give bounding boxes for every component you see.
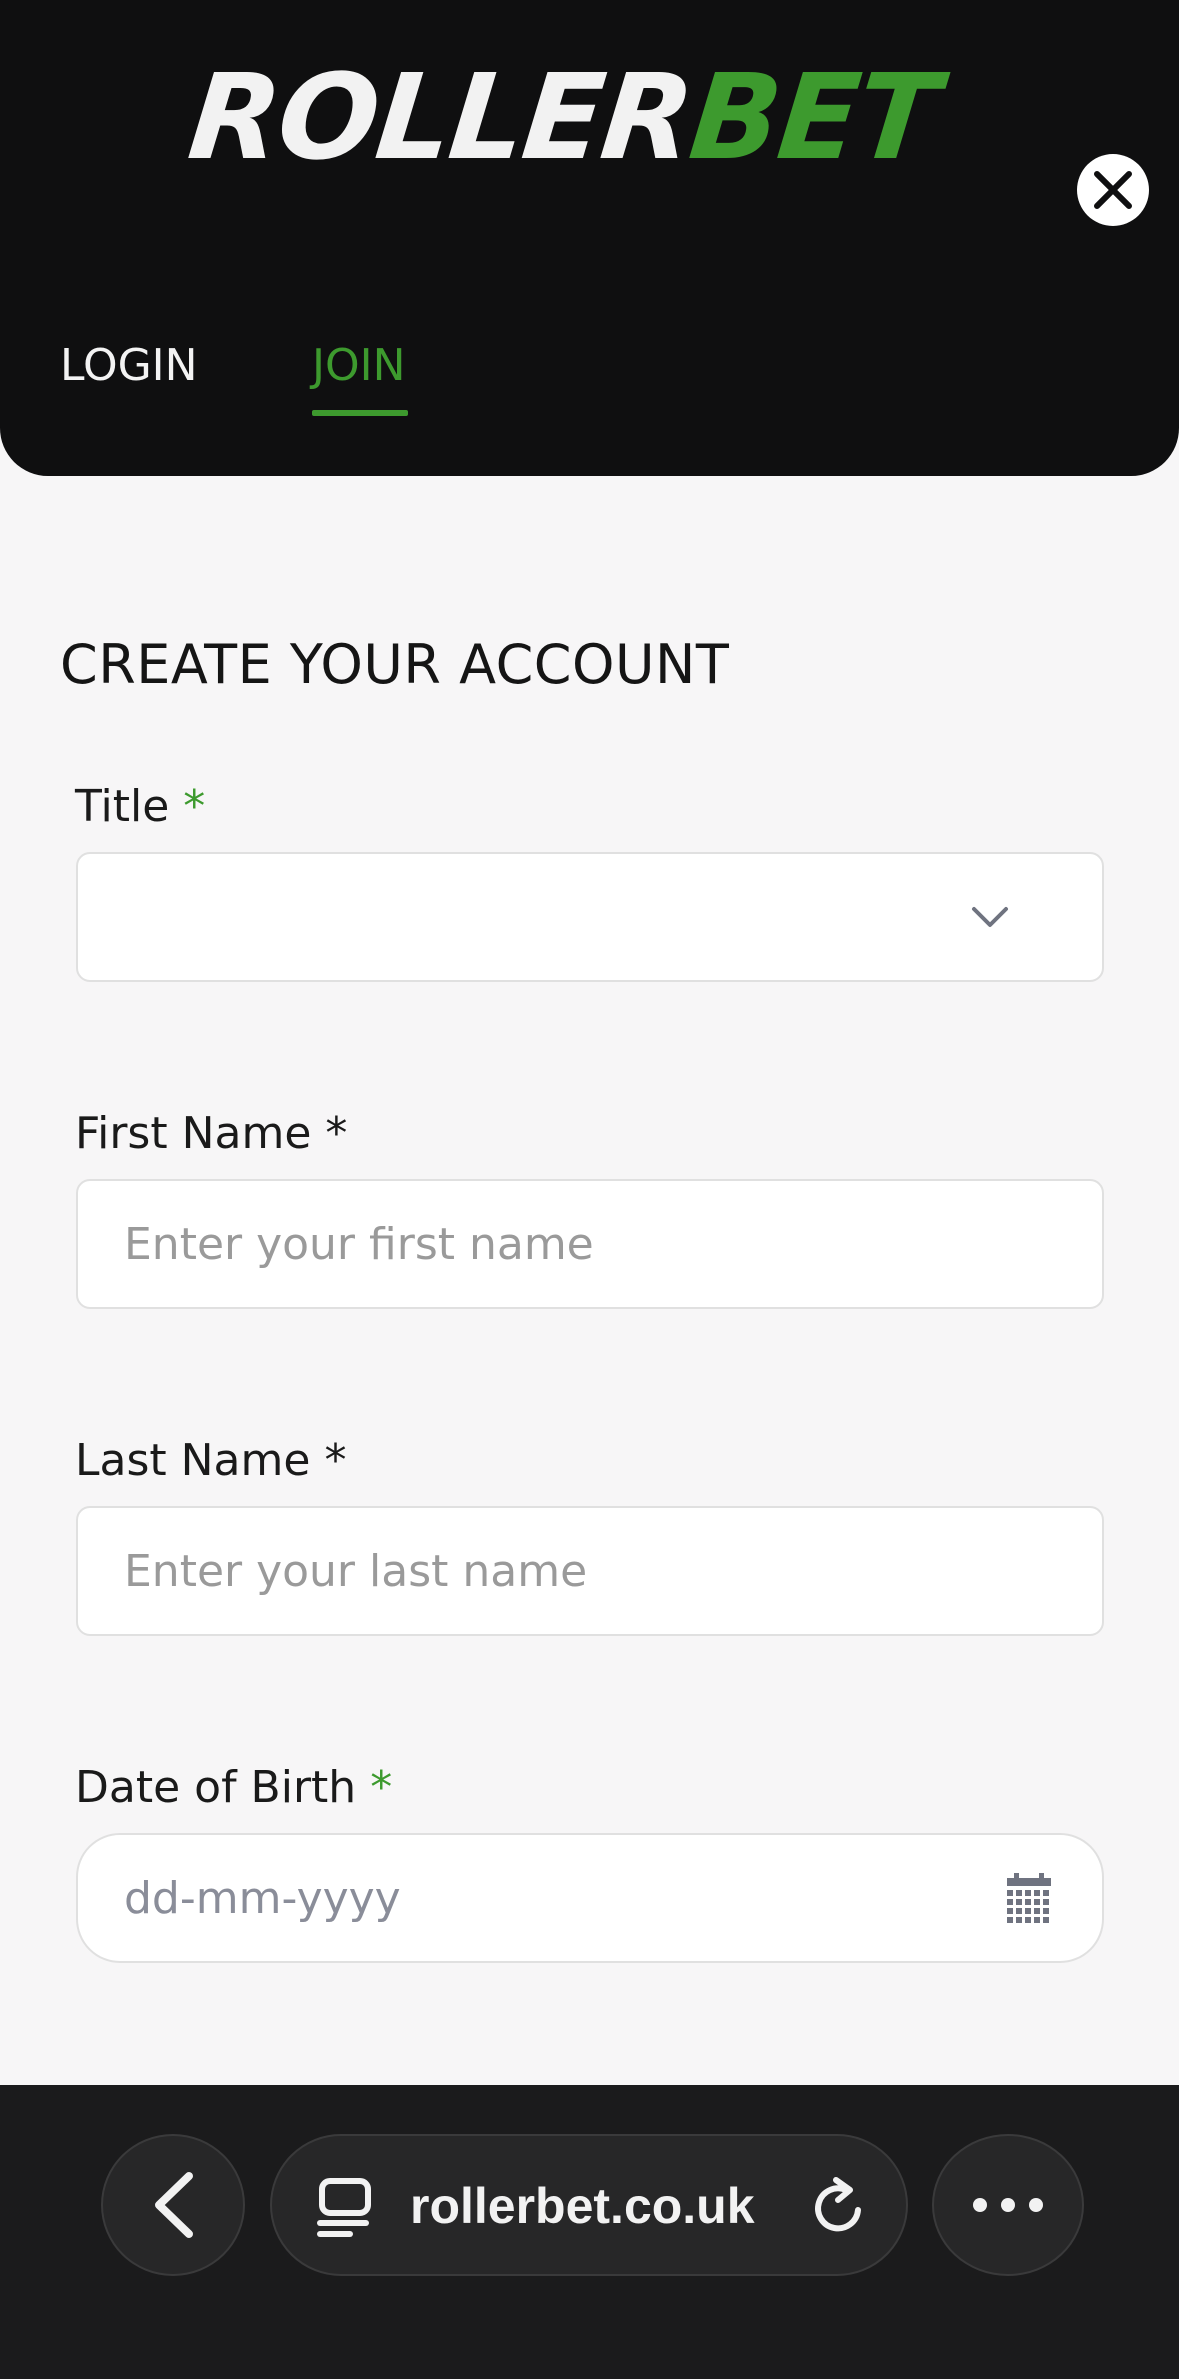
tabs-icon [317, 2178, 371, 2237]
back-icon [155, 2172, 193, 2238]
required-mark: * [183, 781, 206, 832]
close-button[interactable] [1077, 154, 1149, 226]
last-name-field[interactable]: Enter your last name [76, 1506, 1104, 1636]
last-name-label-text: Last Name [75, 1435, 311, 1486]
address-bar[interactable]: rollerbet.co.uk [270, 2134, 908, 2276]
logo-text-roller: ROLLER [182, 48, 699, 186]
close-icon [1094, 171, 1132, 209]
required-mark: * [325, 1108, 348, 1159]
dob-label: Date of Birth * [75, 1758, 392, 1818]
required-mark: * [324, 1435, 347, 1486]
chevron-down-icon [972, 907, 1008, 927]
title-label: Title * [75, 777, 205, 837]
header: ROLLERBET LOGIN JOIN [0, 0, 1179, 476]
first-name-placeholder: Enter your first name [124, 1218, 594, 1270]
reload-icon[interactable] [810, 2176, 870, 2238]
url-text: rollerbet.co.uk [410, 2178, 755, 2234]
tab-join[interactable]: JOIN [312, 336, 406, 396]
page: ROLLERBET LOGIN JOIN CREATE YOUR ACCOUNT… [0, 0, 1179, 2379]
first-name-label-text: First Name [75, 1108, 312, 1159]
active-tab-indicator [312, 410, 408, 416]
more-icon [973, 2198, 1043, 2212]
more-button[interactable] [932, 2134, 1084, 2276]
calendar-icon[interactable] [1004, 1872, 1054, 1924]
logo-text-bet: BET [683, 48, 944, 186]
dob-field[interactable]: dd-mm-yyyy [76, 1833, 1104, 1963]
last-name-label: Last Name * [75, 1431, 346, 1491]
rollerbet-logo: ROLLERBET [183, 48, 944, 186]
page-title: CREATE YOUR ACCOUNT [60, 633, 730, 696]
dob-label-text: Date of Birth [75, 1762, 357, 1813]
required-mark: * [370, 1762, 393, 1813]
title-select[interactable] [76, 852, 1104, 982]
first-name-label: First Name * [75, 1104, 347, 1164]
back-button[interactable] [101, 2134, 245, 2276]
dob-placeholder: dd-mm-yyyy [124, 1872, 401, 1924]
last-name-placeholder: Enter your last name [124, 1545, 588, 1597]
tab-login[interactable]: LOGIN [60, 336, 198, 396]
title-label-text: Title [75, 781, 170, 832]
first-name-field[interactable]: Enter your first name [76, 1179, 1104, 1309]
